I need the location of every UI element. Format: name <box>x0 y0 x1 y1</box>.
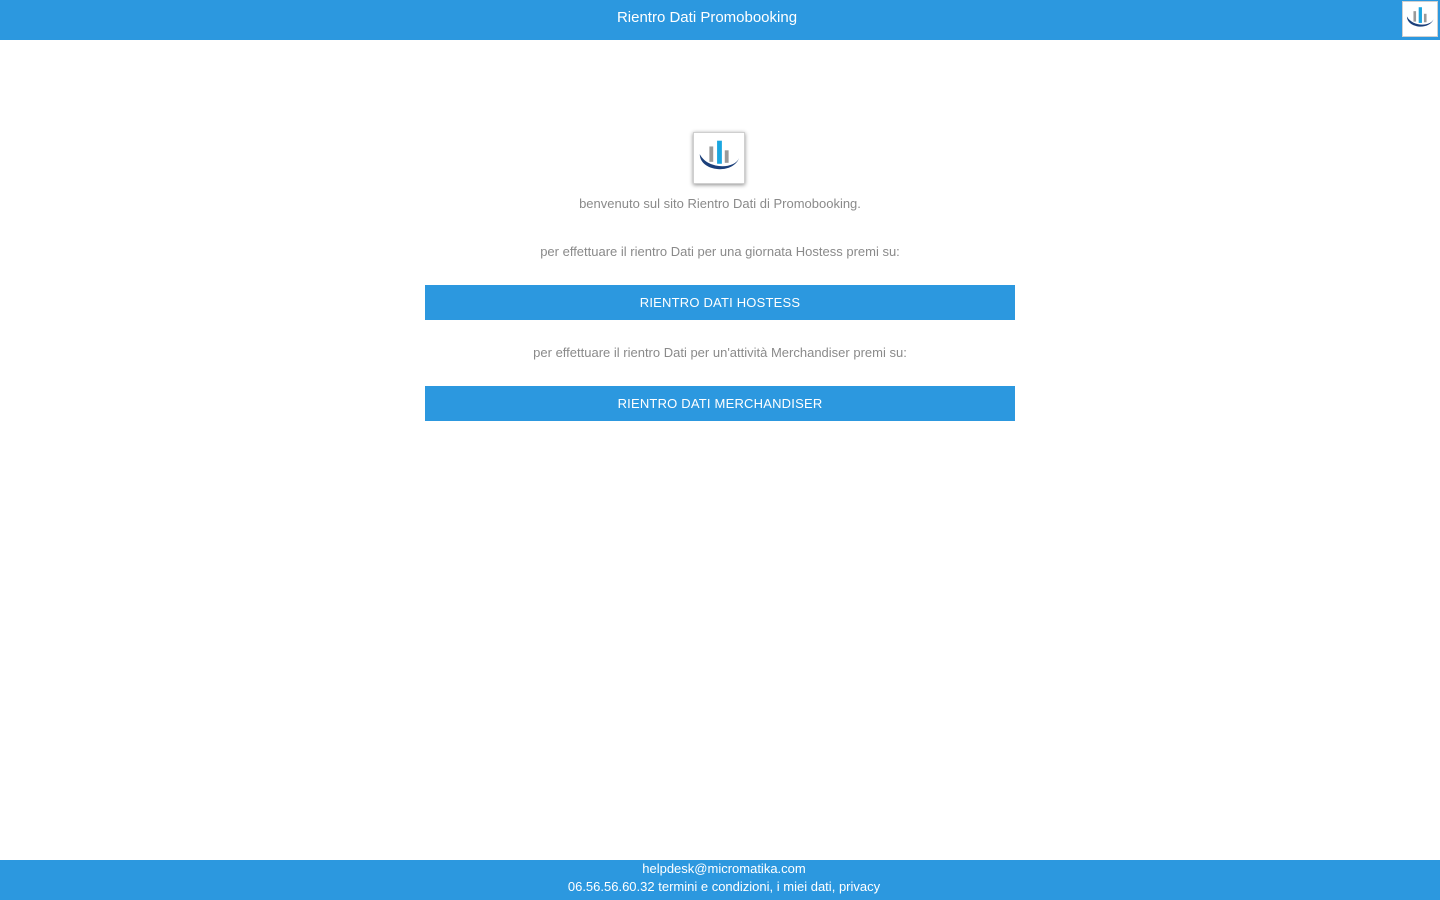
logo-bar-cyan <box>1418 7 1422 23</box>
footer-separator: , <box>831 879 836 894</box>
logo-bar-gray <box>1413 11 1417 22</box>
top-bar: Rientro Dati Promobooking <box>0 0 1440 40</box>
promobooking-logo-icon[interactable] <box>1402 1 1438 37</box>
hostess-prompt: per effettuare il rientro Dati per una g… <box>540 244 900 259</box>
footer: helpdesk@micromatika.com 06.56.56.60.32 … <box>0 860 1440 900</box>
logo-bar-cyan <box>717 140 722 164</box>
footer-separator: , <box>769 879 774 894</box>
main-logo <box>693 132 745 184</box>
merchandiser-prompt: per effettuare il rientro Dati per un'at… <box>533 345 907 360</box>
logo-bar-gray-right <box>1423 13 1427 23</box>
rientro-dati-hostess-button[interactable]: RIENTRO DATI HOSTESS <box>425 285 1015 320</box>
terms-link[interactable]: termini e condizioni <box>658 879 769 894</box>
footer-contact-line: helpdesk@micromatika.com <box>0 861 1440 876</box>
logo-bar-gray <box>709 146 714 162</box>
my-data-link[interactable]: i miei dati <box>777 879 832 894</box>
promobooking-logo-icon <box>699 140 740 170</box>
logo-graphic <box>1406 7 1434 27</box>
page-title: Rientro Dati Promobooking <box>616 9 798 26</box>
privacy-link[interactable]: privacy <box>839 879 880 894</box>
helpdesk-phone: 06.56.56.60.32 <box>567 879 655 894</box>
rientro-dati-merchandiser-button[interactable]: RIENTRO DATI MERCHANDISER <box>425 386 1015 421</box>
footer-links-line: 06.56.56.60.32 termini e condizioni, i m… <box>0 879 1440 894</box>
logo-bar-gray-right <box>724 150 729 163</box>
helpdesk-email-link[interactable]: helpdesk@micromatika.com <box>642 861 805 876</box>
welcome-text: benvenuto sul sito Rientro Dati di Promo… <box>579 196 861 211</box>
